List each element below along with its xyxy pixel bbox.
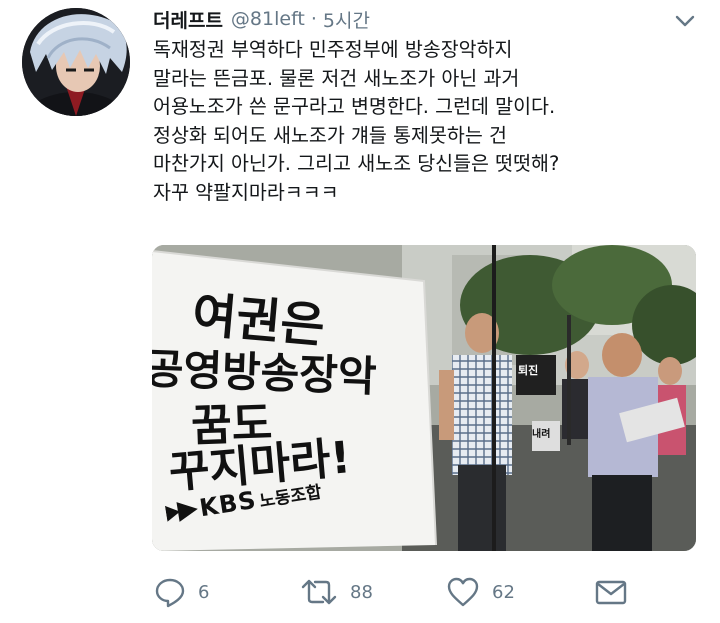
tweet-actions: 6 88 62 <box>150 572 710 612</box>
tweet-text: 독재정권 부역하다 민주정부에 방송장악하지 말라는 뜬금포. 물론 저건 새노… <box>153 36 708 208</box>
tweet-line: 정상화 되어도 새노조가 걔들 통제못하는 건 <box>153 123 507 147</box>
chevron-down-icon[interactable] <box>672 10 698 32</box>
user-handle[interactable]: @81left <box>231 8 305 30</box>
reply-button[interactable]: 6 <box>154 572 209 612</box>
tweet-line: 마찬가지 아닌가. 그리고 새노조 당신들은 떳떳해? <box>153 152 560 176</box>
reply-count: 6 <box>198 581 210 603</box>
tweet-line: 독재정권 부역하다 민주정부에 방송장악하지 <box>153 38 513 61</box>
tweet-line: 자꾸 약팔지마라ㅋㅋㅋ <box>153 180 339 204</box>
tweet-header: 더레프트 @81left · 5시간 <box>153 6 370 32</box>
protest-sign-text: 퇴진 <box>518 364 539 377</box>
avatar-image <box>22 8 130 116</box>
display-name[interactable]: 더레프트 <box>153 6 223 33</box>
direct-message-button[interactable] <box>594 572 628 612</box>
like-count: 62 <box>492 581 515 603</box>
retweet-button[interactable]: 88 <box>300 572 373 612</box>
separator-dot: · <box>310 8 317 30</box>
heart-icon <box>447 577 479 607</box>
tweet-line: 어용노조가 쓴 문구라고 변명한다. 그런데 말이다. <box>153 95 556 119</box>
protest-sign-text-2: 내려 <box>532 429 551 440</box>
envelope-icon <box>595 580 627 605</box>
tweet-timestamp[interactable]: 5시간 <box>323 6 370 33</box>
kbs-logo-icon <box>164 502 198 522</box>
tweet-photo[interactable]: 퇴진 내려 여권은 공영방송장악 꿈도 꾸지마라! KBS 노동조합 <box>152 245 696 551</box>
retweet-count: 88 <box>350 581 373 603</box>
avatar[interactable] <box>22 8 130 116</box>
tweet-line: 말라는 뜬금포. 물론 저건 새노조가 아닌 과거 <box>153 66 520 90</box>
retweet-icon <box>301 579 337 605</box>
reply-icon <box>155 578 185 608</box>
like-button[interactable]: 62 <box>446 572 515 612</box>
